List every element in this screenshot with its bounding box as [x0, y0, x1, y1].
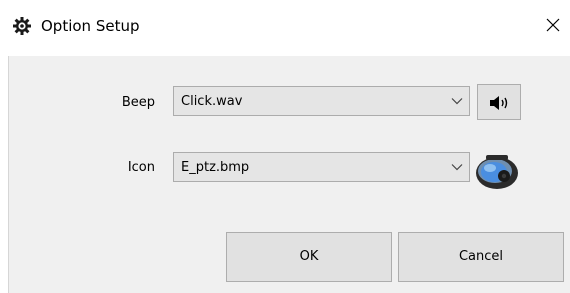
cancel-button[interactable]: Cancel [398, 232, 564, 282]
icon-select[interactable]: E_ptz.bmp [173, 152, 470, 182]
chevron-down-icon [451, 164, 463, 171]
chevron-down-icon [451, 98, 463, 105]
window-title: Option Setup [41, 17, 140, 35]
icon-label: Icon [127, 160, 155, 175]
beep-select[interactable]: Click.wav [173, 86, 470, 116]
icon-select-value: E_ptz.bmp [181, 160, 250, 175]
play-beep-button[interactable] [477, 84, 521, 120]
beep-label: Beep [121, 95, 155, 110]
title-bar: Option Setup [0, 0, 570, 56]
beep-select-value: Click.wav [181, 94, 243, 109]
close-icon [546, 18, 560, 32]
speaker-icon [490, 96, 508, 110]
gear-icon [13, 17, 31, 35]
close-button[interactable] [540, 12, 566, 38]
option-setup-dialog: Option Setup Beep Click.wav Icon E_ptz.b… [0, 0, 570, 293]
ptz-camera-icon [476, 155, 518, 189]
ok-button[interactable]: OK [226, 232, 392, 282]
